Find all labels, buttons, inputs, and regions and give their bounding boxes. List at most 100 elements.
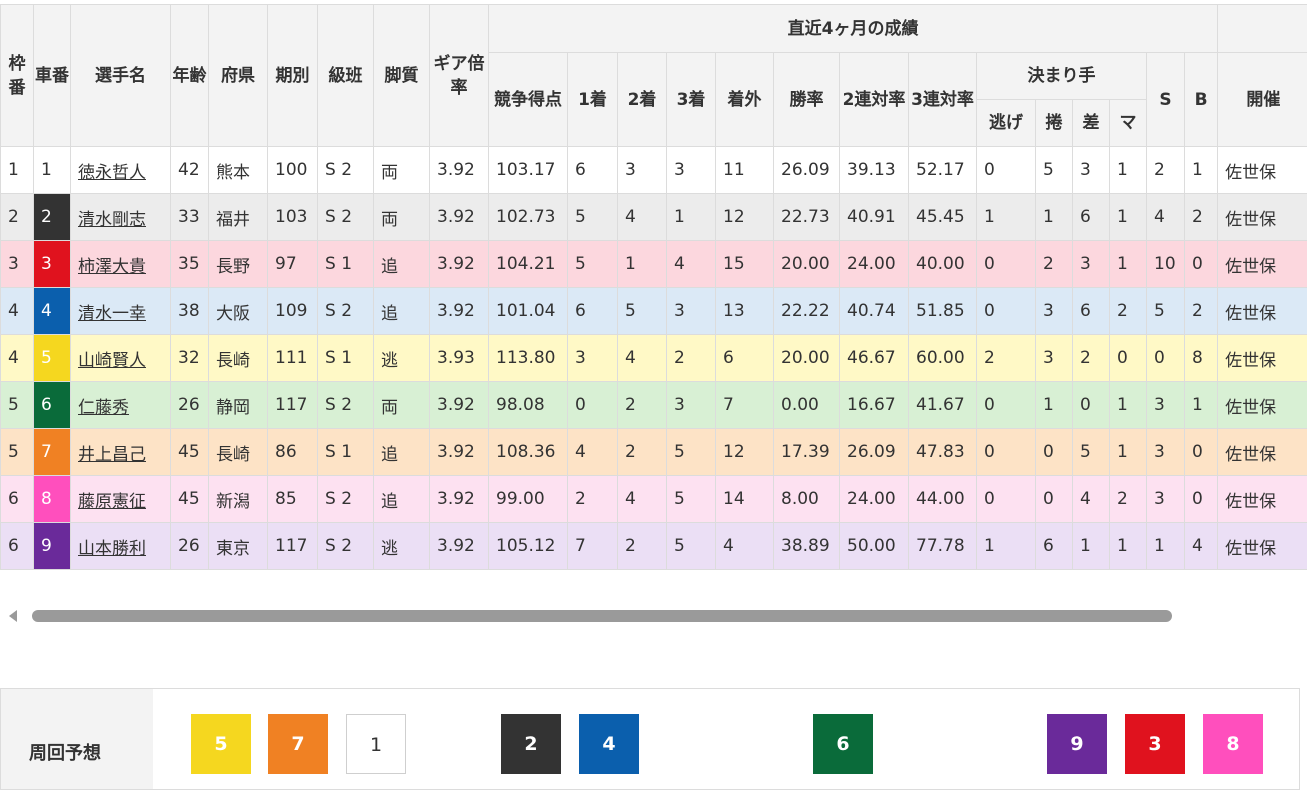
table-row: 68藤原憲征45新潟85S 2追3.9299.00245148.0024.004… (1, 476, 1307, 523)
nige-cell: 1 (977, 194, 1036, 241)
second-place-cell: 2 (618, 429, 667, 476)
nige-cell: 1 (977, 523, 1036, 570)
age-cell: 38 (171, 288, 209, 335)
term-cell: 97 (268, 241, 318, 288)
s-count-cell: 5 (1147, 288, 1185, 335)
prediction-chip: 3 (1125, 714, 1185, 774)
style-cell: 追 (374, 241, 430, 288)
racer-name-cell[interactable]: 山本勝利 (71, 523, 171, 570)
trio-rate-cell: 40.00 (909, 241, 977, 288)
racer-name-link[interactable]: 清水一幸 (78, 304, 146, 324)
table-row: 22清水剛志33福井103S 2両3.92102.735411222.7340.… (1, 194, 1307, 241)
age-cell: 33 (171, 194, 209, 241)
prefecture-cell: 長崎 (209, 429, 268, 476)
nige-cell: 0 (977, 241, 1036, 288)
mark-cell: 0 (1110, 335, 1147, 382)
first-place-cell: 5 (568, 194, 618, 241)
racer-name-cell[interactable]: 山崎賢人 (71, 335, 171, 382)
s-count-cell: 4 (1147, 194, 1185, 241)
racer-name-cell[interactable]: 藤原憲征 (71, 476, 171, 523)
b-count-cell: 2 (1185, 194, 1218, 241)
car-number-cell: 8 (34, 476, 71, 523)
third-place-cell: 1 (667, 194, 716, 241)
win-rate-cell: 8.00 (774, 476, 840, 523)
table-row: 56仁藤秀26静岡117S 2両3.9298.0802370.0016.6741… (1, 382, 1307, 429)
header-blank (1218, 5, 1307, 53)
prediction-chip: 2 (501, 714, 561, 774)
sashi-cell: 1 (1073, 523, 1110, 570)
makuri-cell: 0 (1036, 429, 1073, 476)
gear-ratio-cell: 3.92 (430, 194, 489, 241)
win-rate-cell: 0.00 (774, 382, 840, 429)
style-cell: 追 (374, 476, 430, 523)
quinella-rate-cell: 16.67 (840, 382, 909, 429)
mark-cell: 1 (1110, 523, 1147, 570)
racer-name-link[interactable]: 山崎賢人 (78, 351, 146, 371)
out-of-place-cell: 7 (716, 382, 774, 429)
score-cell: 105.12 (489, 523, 568, 570)
header-s: S (1147, 53, 1185, 147)
gear-ratio-cell: 3.92 (430, 429, 489, 476)
table-row: 69山本勝利26東京117S 2逃3.92105.12725438.8950.0… (1, 523, 1307, 570)
third-place-cell: 4 (667, 241, 716, 288)
win-rate-cell: 17.39 (774, 429, 840, 476)
racer-name-cell[interactable]: 仁藤秀 (71, 382, 171, 429)
racer-name-link[interactable]: 徳永哲人 (78, 163, 146, 183)
rank-cell: S 2 (318, 194, 374, 241)
prefecture-cell: 新潟 (209, 476, 268, 523)
b-count-cell: 0 (1185, 429, 1218, 476)
out-of-place-cell: 15 (716, 241, 774, 288)
horizontal-scrollbar[interactable] (0, 604, 1307, 628)
prediction-chip: 5 (191, 714, 251, 774)
venue-cell: 佐世保 (1218, 429, 1307, 476)
racer-name-link[interactable]: 清水剛志 (78, 210, 146, 230)
sashi-cell: 4 (1073, 476, 1110, 523)
out-of-place-cell: 12 (716, 429, 774, 476)
car-number-cell: 6 (34, 382, 71, 429)
waku-cell: 4 (1, 335, 34, 382)
racer-name-link[interactable]: 柿澤大貴 (78, 257, 146, 277)
prefecture-cell: 熊本 (209, 147, 268, 194)
racer-name-link[interactable]: 山本勝利 (78, 539, 146, 559)
mark-cell: 2 (1110, 288, 1147, 335)
sashi-cell: 5 (1073, 429, 1110, 476)
racer-name-cell[interactable]: 徳永哲人 (71, 147, 171, 194)
racer-name-link[interactable]: 仁藤秀 (78, 398, 129, 418)
scroll-left-arrow-icon[interactable] (9, 610, 17, 622)
term-cell: 103 (268, 194, 318, 241)
racer-name-link[interactable]: 井上昌己 (78, 445, 146, 465)
age-cell: 45 (171, 476, 209, 523)
racer-name-cell[interactable]: 柿澤大貴 (71, 241, 171, 288)
lap-prediction-title: 周回予想 (29, 739, 101, 765)
third-place-cell: 5 (667, 523, 716, 570)
racer-name-cell[interactable]: 井上昌己 (71, 429, 171, 476)
gear-ratio-cell: 3.92 (430, 288, 489, 335)
scroll-thumb[interactable] (32, 610, 1172, 622)
b-count-cell: 0 (1185, 476, 1218, 523)
venue-cell: 佐世保 (1218, 476, 1307, 523)
nige-cell: 0 (977, 476, 1036, 523)
quinella-rate-cell: 24.00 (840, 241, 909, 288)
term-cell: 117 (268, 382, 318, 429)
prefecture-cell: 大阪 (209, 288, 268, 335)
header-second: 2着 (618, 53, 667, 147)
mark-cell: 1 (1110, 429, 1147, 476)
racer-name-cell[interactable]: 清水剛志 (71, 194, 171, 241)
gear-ratio-cell: 3.92 (430, 241, 489, 288)
age-cell: 45 (171, 429, 209, 476)
venue-cell: 佐世保 (1218, 194, 1307, 241)
age-cell: 35 (171, 241, 209, 288)
third-place-cell: 3 (667, 147, 716, 194)
makuri-cell: 1 (1036, 194, 1073, 241)
win-rate-cell: 38.89 (774, 523, 840, 570)
win-rate-cell: 26.09 (774, 147, 840, 194)
racer-name-cell[interactable]: 清水一幸 (71, 288, 171, 335)
second-place-cell: 4 (618, 194, 667, 241)
style-cell: 両 (374, 147, 430, 194)
racer-name-link[interactable]: 藤原憲征 (78, 492, 146, 512)
s-count-cell: 0 (1147, 335, 1185, 382)
car-number-cell: 4 (34, 288, 71, 335)
table-row: 45山崎賢人32長崎111S 1逃3.93113.80342620.0046.6… (1, 335, 1307, 382)
lap-prediction-panel: 周回予想 571246938 (0, 688, 1300, 790)
third-place-cell: 2 (667, 335, 716, 382)
